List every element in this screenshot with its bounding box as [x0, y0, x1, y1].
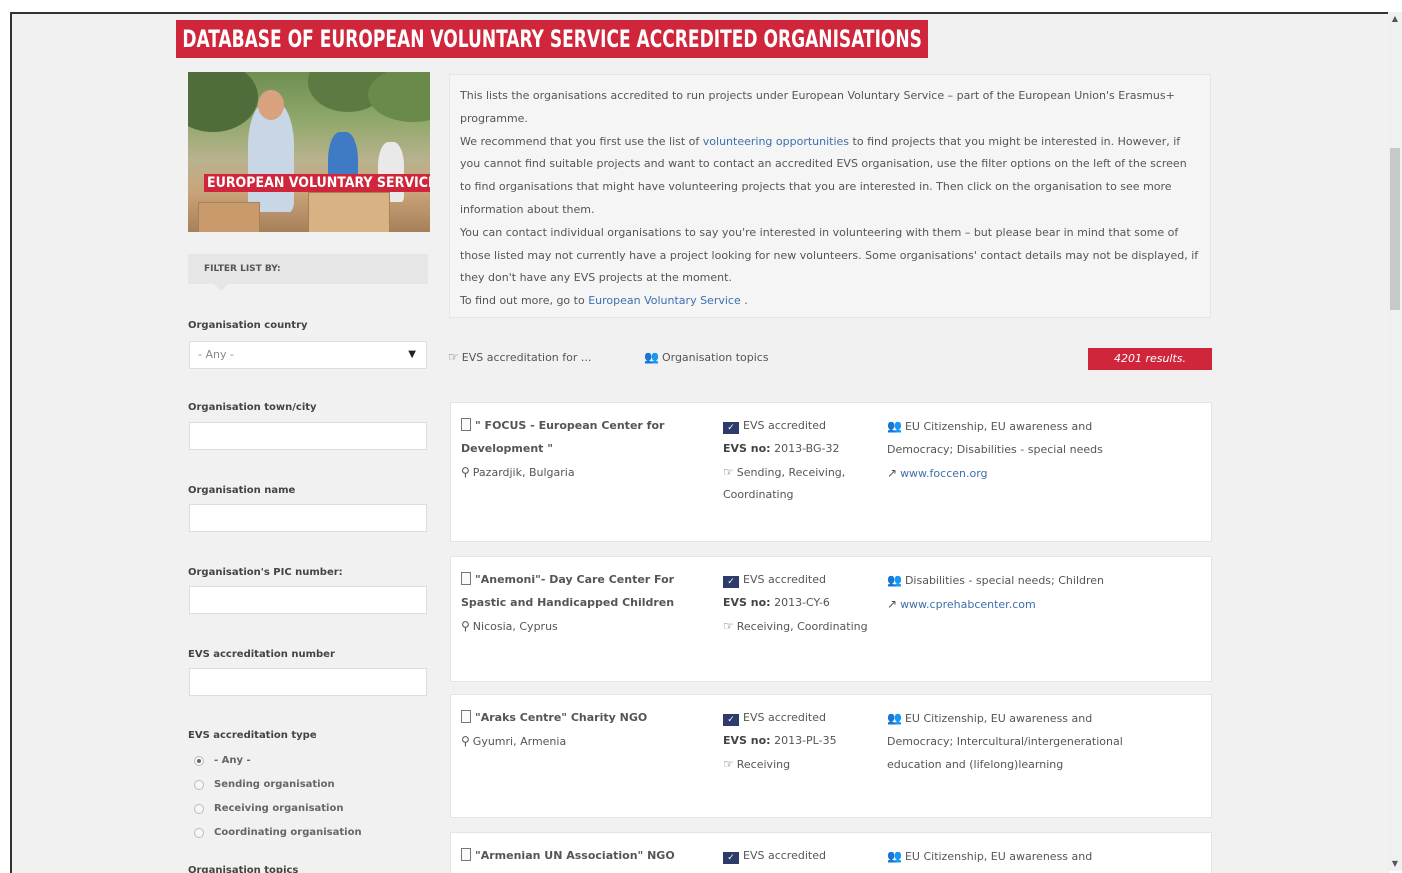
evs-link[interactable]: European Voluntary Service [588, 294, 741, 307]
map-pin-icon: ⚲ [461, 618, 470, 633]
hand-pointer-icon: ☞ [723, 618, 734, 633]
browser-viewport: DATABASE OF EUROPEAN VOLUNTARY SERVICE A… [10, 12, 1390, 873]
org-topics: EU Citizenship, EU awareness and Democra… [887, 712, 1123, 771]
accredited-label: EVS accredited [743, 849, 826, 862]
result-card[interactable]: "Armenian UN Association" NGO ✓ EVS accre… [450, 832, 1212, 873]
evs-number: 2013-CY-6 [774, 595, 830, 609]
website-link[interactable]: www.cprehabcenter.com [900, 598, 1036, 611]
country-label: Organisation country [188, 320, 308, 331]
radio-any[interactable]: - Any - [194, 755, 251, 766]
page-title: DATABASE OF EUROPEAN VOLUNTARY SERVICE A… [176, 20, 929, 58]
org-roles: Sending, Receiving, Coordinating [723, 465, 846, 502]
radio-icon [194, 779, 204, 790]
intro-panel: This lists the organisations accredited … [449, 74, 1211, 318]
org-name-link[interactable]: "Araks Centre" Charity NGO [475, 711, 647, 724]
accredited-label: EVS accredited [743, 573, 826, 586]
radio-icon [194, 803, 204, 814]
accreditation-filter-toggle[interactable]: ☞ EVS accreditation for ... [448, 350, 591, 364]
results-count-badge: 4201 results. [1088, 348, 1212, 370]
org-topics: EU Citizenship, EU awareness and [904, 850, 1093, 863]
accredited-label: EVS accredited [743, 419, 826, 432]
vertical-scrollbar[interactable]: ▲ ▼ [1388, 12, 1402, 871]
intro-paragraph: We recommend that you first use the list… [460, 134, 1187, 216]
org-location: Pazardjik, Bulgaria [472, 465, 575, 479]
volunteering-opportunities-link[interactable]: volunteering opportunities [703, 135, 849, 148]
pic-label: Organisation's PIC number: [188, 567, 343, 578]
org-roles: Receiving, Coordinating [736, 619, 868, 633]
accredited-check-icon: ✓ [723, 714, 739, 726]
accredited-check-icon: ✓ [723, 422, 739, 434]
org-name-link[interactable]: "Armenian UN Association" NGO [475, 849, 675, 862]
name-input[interactable] [189, 504, 427, 532]
group-icon: 👥 [887, 573, 902, 587]
radio-sending[interactable]: Sending organisation [194, 779, 335, 790]
document-icon [461, 848, 471, 861]
accredited-check-icon: ✓ [723, 852, 739, 864]
website-link[interactable]: www.foccen.org [900, 467, 987, 480]
accnum-label: EVS accreditation number [188, 649, 335, 660]
evs-no-label: EVS no: [723, 441, 771, 455]
accredited-check-icon: ✓ [723, 576, 739, 588]
intro-paragraph: To find out more, go to European Volunta… [460, 294, 748, 308]
org-name-link[interactable]: " FOCUS - European Center for Developmen… [461, 419, 664, 455]
town-input[interactable] [189, 422, 427, 450]
hero-image: EUROPEAN VOLUNTARY SERVICE [188, 72, 430, 232]
group-icon: 👥 [644, 350, 659, 364]
chevron-down-icon: ▼ [408, 349, 416, 360]
org-name-link[interactable]: "Anemoni"- Day Care Center For Spastic a… [461, 573, 674, 609]
org-topics: EU Citizenship, EU awareness and Democra… [887, 420, 1103, 456]
scrollbar-thumb[interactable] [1390, 148, 1400, 310]
evs-number: 2013-BG-32 [774, 441, 840, 455]
scroll-down-arrow-icon[interactable]: ▼ [1388, 857, 1402, 871]
org-topics: Disabilities - special needs; Children [904, 574, 1105, 587]
hero-label: EUROPEAN VOLUNTARY SERVICE [204, 174, 430, 192]
document-icon [461, 418, 471, 431]
scroll-up-arrow-icon[interactable]: ▲ [1388, 12, 1402, 26]
map-pin-icon: ⚲ [461, 464, 470, 479]
external-link-icon: ↗ [887, 596, 898, 611]
document-icon [461, 572, 471, 585]
topics-filter-toggle[interactable]: 👥 Organisation topics [644, 350, 769, 364]
intro-paragraph: You can contact individual organisations… [460, 225, 1199, 285]
evs-no-label: EVS no: [723, 733, 771, 747]
country-select-value: - Any - [198, 348, 234, 361]
hand-pointer-icon: ☞ [723, 756, 734, 771]
org-location: Nicosia, Cyprus [472, 619, 558, 633]
topics-label: Organisation topics [188, 865, 299, 873]
evs-number: 2013-PL-35 [774, 733, 837, 747]
result-card[interactable]: "Anemoni"- Day Care Center For Spastic a… [450, 556, 1212, 682]
map-pin-icon: ⚲ [461, 733, 470, 748]
acctype-label: EVS accreditation type [188, 730, 317, 741]
hand-pointer-icon: ☞ [448, 350, 459, 364]
external-link-icon: ↗ [887, 465, 898, 480]
group-icon: 👥 [887, 711, 902, 725]
country-select[interactable]: - Any - ▼ [189, 341, 427, 369]
pic-input[interactable] [189, 586, 427, 614]
evs-no-label: EVS no: [723, 595, 771, 609]
accnum-input[interactable] [189, 668, 427, 696]
org-roles: Receiving [736, 757, 791, 771]
hand-pointer-icon: ☞ [723, 464, 734, 479]
radio-receiving[interactable]: Receiving organisation [194, 803, 343, 814]
intro-paragraph: This lists the organisations accredited … [460, 89, 1175, 125]
radio-selected-icon [194, 755, 204, 766]
document-icon [461, 710, 471, 723]
result-card[interactable]: " FOCUS - European Center for Developmen… [450, 402, 1212, 542]
group-icon: 👥 [887, 419, 902, 433]
radio-coordinating[interactable]: Coordinating organisation [194, 827, 362, 838]
org-location: Gyumri, Armenia [472, 734, 567, 748]
town-label: Organisation town/city [188, 402, 317, 413]
filter-header: FILTER LIST BY: [188, 254, 428, 291]
accredited-label: EVS accredited [743, 711, 826, 724]
result-card[interactable]: "Araks Centre" Charity NGO ⚲ Gyumri, Arme… [450, 694, 1212, 818]
group-icon: 👥 [887, 849, 902, 863]
name-label: Organisation name [188, 485, 296, 496]
radio-icon [194, 827, 204, 838]
